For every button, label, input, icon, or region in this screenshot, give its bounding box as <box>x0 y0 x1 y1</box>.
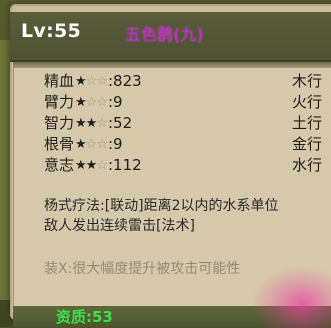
stat-stars: ★★☆ <box>75 158 108 173</box>
star-filled-icon: ★ <box>75 137 87 152</box>
star-filled-icon: ★ <box>85 158 98 173</box>
element-label: 火行 <box>292 93 323 111</box>
star-filled-icon: ★ <box>85 116 98 131</box>
stat-value: :112 <box>107 156 142 174</box>
stat-stars: ★☆☆ <box>75 137 108 152</box>
star-empty-icon: ☆ <box>85 74 98 89</box>
stat-row: 意志★★☆:112 <box>44 154 142 176</box>
star-empty-icon: ☆ <box>96 95 108 110</box>
element-label: 木行 <box>292 72 323 90</box>
stat-row: 智力★★☆:52 <box>44 112 132 134</box>
star-empty-icon: ☆ <box>96 74 108 89</box>
character-name: 五色鹊(九) <box>125 25 204 44</box>
stat-value: :9 <box>107 93 123 111</box>
skill-line-2: 敌人发出连续雷击[法术] <box>44 218 195 234</box>
stat-name: 根骨 <box>44 135 75 153</box>
stat-row: 精血★☆☆:823 <box>44 70 142 92</box>
skill-description: 杨式疗法:[联动]距离2以内的水系单位 敌人发出连续雷击[法术] <box>44 196 331 236</box>
equip-note: 装X:很大幅度提升被攻击可能性 <box>44 261 241 277</box>
level-label: Lv:55 <box>21 20 82 42</box>
element-label: 金行 <box>292 135 323 153</box>
star-empty-icon: ☆ <box>96 137 108 152</box>
star-filled-icon: ★ <box>75 95 87 110</box>
aptitude-label: 资质:53 <box>56 308 113 326</box>
stat-stars: ★★☆ <box>75 116 108 131</box>
stat-row: 臂力★☆☆:9 <box>44 91 123 113</box>
star-empty-icon: ☆ <box>85 137 98 152</box>
pink-effect-glow <box>254 268 331 328</box>
star-filled-icon: ★ <box>75 158 87 173</box>
star-filled-icon: ★ <box>75 74 87 89</box>
stat-stars: ★☆☆ <box>75 74 108 89</box>
stat-stars: ★☆☆ <box>75 95 108 110</box>
star-empty-icon: ☆ <box>85 95 98 110</box>
star-filled-icon: ★ <box>75 116 87 131</box>
panel-shadow-bar <box>13 62 331 68</box>
element-label: 土行 <box>292 114 323 132</box>
skill-line-1: 杨式疗法:[联动]距离2以内的水系单位 <box>44 198 279 214</box>
stat-name: 精血 <box>44 72 75 90</box>
stat-value: :823 <box>107 72 142 90</box>
stat-name: 意志 <box>44 156 75 174</box>
stat-name: 智力 <box>44 114 75 132</box>
star-empty-icon: ☆ <box>96 158 108 173</box>
element-label: 水行 <box>292 156 323 174</box>
star-empty-icon: ☆ <box>96 116 108 131</box>
stat-value: :9 <box>107 135 123 153</box>
stat-row: 根骨★☆☆:9 <box>44 133 123 155</box>
stat-value: :52 <box>107 114 133 132</box>
stat-name: 臂力 <box>44 93 75 111</box>
